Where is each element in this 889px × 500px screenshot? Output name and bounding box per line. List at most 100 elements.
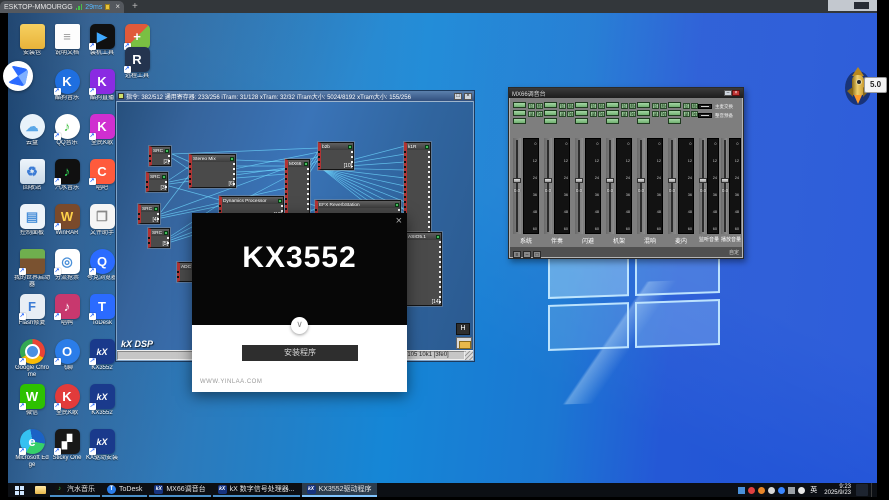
dsp-node-k1r[interactable]: k1R[11]: [404, 142, 431, 242]
channel-mini-button[interactable]: 静: [629, 103, 636, 109]
node-collapse-icon[interactable]: [436, 235, 440, 239]
channel-mini-button[interactable]: 录: [559, 111, 566, 117]
desktop-icon-folder[interactable]: 安装包: [14, 24, 50, 57]
desktop-icon-document[interactable]: ≡说明文档: [49, 24, 85, 57]
channel-button[interactable]: [575, 110, 588, 116]
fader-channel[interactable]: 0.0: [544, 138, 552, 234]
mixer-footer-button[interactable]: –: [523, 251, 531, 258]
fader-channel[interactable]: 0.0: [668, 138, 676, 234]
dsp-node-src[interactable]: SRC[2]: [149, 146, 171, 166]
channel-button[interactable]: [575, 102, 588, 108]
channel-mini-button[interactable]: 录: [528, 111, 535, 117]
channel-button[interactable]: [668, 118, 681, 124]
node-collapse-icon[interactable]: [230, 157, 234, 161]
node-collapse-icon[interactable]: [348, 145, 352, 149]
channel-mini-button[interactable]: 录: [652, 111, 659, 117]
notification-center-button[interactable]: [856, 484, 868, 496]
window-controls-chip[interactable]: [854, 2, 869, 9]
node-collapse-icon[interactable]: [162, 175, 166, 179]
desktop-icon-qq-music[interactable]: ♪↗QQ音乐: [49, 114, 85, 147]
master-toggle-button[interactable]: [698, 113, 712, 118]
remote-session-tab[interactable]: ESKTOP-MMOURGG 29ms ×: [0, 1, 124, 13]
desktop-icon-control-panel[interactable]: ▤控制面板: [14, 204, 50, 237]
desktop-icon-soda-music[interactable]: ♪↗汽水音乐: [49, 159, 85, 192]
resize-grip[interactable]: [465, 351, 473, 360]
desktop-icon-kugou[interactable]: K↗酷狗音乐: [49, 69, 85, 102]
dsp-node-src[interactable]: SRC[4]: [138, 204, 160, 224]
channel-mini-button[interactable]: 静: [567, 103, 574, 109]
message-icon[interactable]: [105, 4, 110, 10]
fader-thumb[interactable]: [721, 178, 729, 183]
file-explorer-button[interactable]: [30, 483, 50, 497]
desktop-icon-kx-driver[interactable]: kX↗KX驱动安装: [84, 429, 120, 462]
channel-mini-button[interactable]: 静: [691, 103, 698, 109]
mixer-minimize-button[interactable]: –: [724, 90, 732, 96]
channel-mini-button[interactable]: 录: [683, 111, 690, 117]
security-tray-icon[interactable]: [748, 487, 755, 494]
desktop-icon-wechat[interactable]: W↗微信: [14, 384, 50, 417]
dsp-titlebar[interactable]: 指令: 382/512 通用寄存器: 233/256 iTram: 31/128…: [116, 91, 474, 101]
channel-button[interactable]: [606, 118, 619, 124]
fader-master[interactable]: 0.0: [699, 138, 705, 234]
fader-thumb[interactable]: [637, 178, 645, 183]
dsp-node-stereo-mix[interactable]: Stereo Mix[6]: [189, 154, 236, 188]
fader-channel[interactable]: 0.0: [575, 138, 583, 234]
channel-mini-button[interactable]: 录: [590, 111, 597, 117]
show-desktop-button[interactable]: [871, 483, 875, 497]
channel-button[interactable]: [575, 118, 588, 124]
fader-thumb[interactable]: [668, 178, 676, 183]
fader-thumb[interactable]: [606, 178, 614, 183]
dsp-node-src[interactable]: SRC[5]: [148, 228, 170, 248]
taskbar-app-kx-[interactable]: kXkX 数字信号处理器...: [213, 483, 300, 497]
channel-mini-button[interactable]: 监: [652, 103, 659, 109]
start-button[interactable]: [8, 483, 30, 497]
tab-close-icon[interactable]: ×: [115, 3, 120, 11]
channel-mini-button[interactable]: 监: [683, 103, 690, 109]
desktop-icon-edge[interactable]: e↗Microsoft Edge: [14, 429, 50, 469]
desktop-icon-feiliao[interactable]: O↗飞聊: [49, 339, 85, 372]
dsp-h-button[interactable]: H: [456, 323, 470, 335]
taskbar-clock[interactable]: 9:23 2025/9/23: [822, 484, 853, 496]
channel-button[interactable]: [544, 118, 557, 124]
desktop-icon-changya[interactable]: ♪↗唱鸭: [49, 294, 85, 327]
channel-button[interactable]: [668, 102, 681, 108]
desktop-icon-ticket[interactable]: ◎↗分流抢票: [49, 249, 85, 282]
fader-thumb[interactable]: [513, 178, 521, 183]
channel-mini-button[interactable]: 静: [660, 103, 667, 109]
fader-thumb[interactable]: [575, 178, 583, 183]
chevron-down-icon[interactable]: ∨: [291, 317, 308, 334]
node-collapse-icon[interactable]: [164, 231, 168, 235]
dialog-close-icon[interactable]: ×: [396, 216, 402, 227]
desktop-icon-kx3552-b[interactable]: kX↗KX3552: [84, 384, 120, 417]
channel-mini-button[interactable]: 独: [629, 111, 636, 117]
new-tab-button[interactable]: +: [132, 1, 138, 12]
channel-button[interactable]: [606, 102, 619, 108]
desktop-icon-wesing-2[interactable]: K↗全民K歌: [49, 384, 85, 417]
fader-thumb[interactable]: [544, 178, 552, 183]
node-collapse-icon[interactable]: [425, 145, 429, 149]
taskbar-app-todesk[interactable]: TToDesk: [102, 483, 147, 497]
node-collapse-icon[interactable]: [165, 149, 169, 153]
todesk-floating-ball[interactable]: [3, 61, 33, 91]
channel-mini-button[interactable]: 独: [660, 111, 667, 117]
dsp-node-src[interactable]: SRC[3]: [146, 172, 168, 192]
dsp-node-b2b[interactable]: b2b[10]: [318, 142, 354, 170]
node-collapse-icon[interactable]: [304, 162, 308, 166]
fader-thumb[interactable]: [699, 178, 707, 183]
channel-mini-button[interactable]: 监: [559, 103, 566, 109]
cloud-tray-icon[interactable]: [768, 487, 775, 494]
channel-mini-button[interactable]: 独: [598, 111, 605, 117]
chat-tray-icon[interactable]: [778, 487, 785, 494]
music-tray-icon[interactable]: [758, 487, 765, 494]
taskbar-app-kx3552-[interactable]: kXKX3552驱动程序: [302, 483, 377, 497]
mixer-close-button[interactable]: ×: [732, 90, 740, 96]
desktop-icon-recycle-bin[interactable]: ♻回收站: [14, 159, 50, 192]
desktop-icon-minecraft[interactable]: ↗我的世界启动器: [14, 249, 50, 289]
desktop-icon-toolbox[interactable]: ▶↗装机工具: [84, 24, 120, 57]
fader-channel[interactable]: 0.0: [606, 138, 614, 234]
channel-button[interactable]: [544, 102, 557, 108]
channel-mini-button[interactable]: 监: [528, 103, 535, 109]
channel-mini-button[interactable]: 静: [598, 103, 605, 109]
install-button[interactable]: 安装程序: [242, 345, 358, 361]
channel-button[interactable]: [513, 110, 526, 116]
